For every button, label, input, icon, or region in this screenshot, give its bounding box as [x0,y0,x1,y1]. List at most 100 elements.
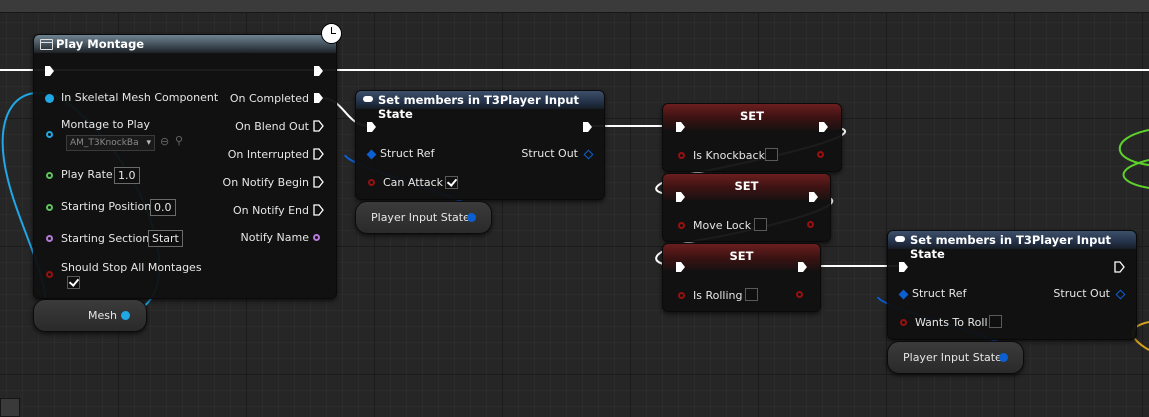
play-rate-label: Play Rate [61,168,113,181]
on-interrupted-pin[interactable] [313,148,324,160]
browse-search-icon[interactable]: ⚲ [175,134,183,147]
use-selected-icon[interactable]: ⊖ [160,135,169,148]
set-members-title-1: Set members in T3Player Input State [378,93,604,121]
on-notify-end-label: On Notify End [233,204,309,217]
set-members-1-exec-out[interactable] [582,121,593,133]
can-attack-pin[interactable] [368,179,375,186]
set-members-2-exec-out[interactable] [1114,261,1125,273]
skeletal-mesh-label: In Skeletal Mesh Component [61,91,218,104]
wants-to-roll-label: Wants To Roll [915,316,988,329]
struct-out-pin-2[interactable] [1116,290,1126,300]
is-rolling-checkbox[interactable] [745,288,758,301]
mesh-variable-node[interactable]: Mesh [33,299,147,332]
starting-section-input[interactable]: Start [148,230,183,247]
is-rolling-out-pin[interactable] [796,291,803,298]
starting-position-input[interactable]: 0.0 [150,199,176,216]
should-stop-checkbox[interactable] [67,276,80,289]
play-rate-pin[interactable] [46,172,53,179]
is-knockback-label: Is Knockback [693,149,765,162]
on-notify-begin-pin[interactable] [313,176,324,188]
set-move-lock-header[interactable]: SET [663,174,830,200]
set-rolling-exec-in[interactable] [675,261,686,273]
set-knockback-header[interactable]: SET [663,104,841,130]
is-rolling-pin[interactable] [678,292,685,299]
player-input-state-node-1[interactable]: Player Input State [355,201,492,234]
is-knockback-pin[interactable] [678,152,685,159]
notify-name-label: Notify Name [241,231,309,244]
player-input-state-label-1: Player Input State [371,211,470,224]
should-stop-label: Should Stop All Montages [61,261,202,274]
set-is-knockback-node[interactable]: SET Is Knockback [662,103,842,172]
starting-position-label: Starting Position [61,200,151,213]
set-members-title-2: Set members in T3Player Input State [910,233,1136,261]
mesh-label: Mesh [88,309,117,322]
can-attack-checkbox[interactable] [445,176,458,189]
set-members-1-exec-in[interactable] [366,121,377,133]
set-members-header-2[interactable]: Set members in T3Player Input State [888,231,1136,249]
player-input-state-pin-2[interactable] [999,353,1008,362]
montage-pin[interactable] [46,131,53,138]
on-blend-out-label: On Blend Out [235,120,309,133]
set-move-lock-node[interactable]: SET Move Lock [662,173,831,242]
is-knockback-out-pin[interactable] [817,151,824,158]
on-completed-pin[interactable] [313,92,324,104]
play-montage-node[interactable]: Play Montage In Skeletal Mesh Component … [33,34,337,299]
player-input-state-node-2[interactable]: Player Input State [887,341,1024,374]
wants-to-roll-pin[interactable] [900,319,907,326]
graph-corner-panel [0,398,20,417]
player-input-state-pin-1[interactable] [467,213,476,222]
should-stop-pin[interactable] [46,271,53,278]
struct-ref-pin-2[interactable] [899,290,909,300]
set-knockback-exec-in[interactable] [675,121,686,133]
green-wire-right-1 [1120,130,1149,165]
struct-ref-label-2: Struct Ref [912,287,966,300]
set-move-lock-exec-in[interactable] [675,191,686,203]
set-knockback-title: SET [663,109,841,123]
on-notify-end-pin[interactable] [313,204,324,216]
play-montage-title: Play Montage [56,37,144,51]
montage-select[interactable]: AM_T3KnockBa ▾ [66,135,155,151]
struct-ref-label-1: Struct Ref [380,147,434,160]
play-montage-header[interactable]: Play Montage [34,35,336,53]
chevron-down-icon: ▾ [145,136,151,150]
on-notify-begin-label: On Notify Begin [223,176,309,189]
mesh-output-pin[interactable] [121,311,130,320]
set-rolling-exec-out[interactable] [797,261,808,273]
set-move-lock-title: SET [663,179,830,193]
notify-name-pin[interactable] [313,234,320,241]
struct-out-pin-1[interactable] [584,150,594,160]
set-move-lock-exec-out[interactable] [808,191,819,203]
move-lock-pin[interactable] [678,222,685,229]
move-lock-checkbox[interactable] [754,218,767,231]
starting-position-pin[interactable] [46,204,53,211]
move-lock-out-pin[interactable] [807,221,814,228]
player-input-state-label-2: Player Input State [903,351,1002,364]
struct-out-label-1: Struct Out [521,147,578,160]
exec-out-pin[interactable] [313,65,324,77]
on-completed-label: On Completed [230,92,309,105]
set-members-node-1[interactable]: Set members in T3Player Input State Stru… [355,90,605,200]
struct-icon [895,236,905,242]
struct-out-label-2: Struct Out [1053,287,1110,300]
set-members-2-exec-in[interactable] [898,261,909,273]
is-knockback-checkbox[interactable] [765,148,778,161]
latent-clock-icon [321,23,342,44]
on-blend-out-pin[interactable] [313,120,324,132]
struct-ref-pin-1[interactable] [367,150,377,160]
set-knockback-exec-out[interactable] [818,121,829,133]
play-rate-input[interactable]: 1.0 [114,167,140,184]
set-is-rolling-node[interactable]: SET Is Rolling [662,243,821,312]
starting-section-pin[interactable] [46,235,53,242]
function-icon [40,39,53,50]
starting-section-label: Starting Section [61,232,149,245]
on-interrupted-label: On Interrupted [228,148,309,161]
can-attack-label: Can Attack [383,176,443,189]
set-members-node-2[interactable]: Set members in T3Player Input State Stru… [887,230,1137,340]
is-rolling-label: Is Rolling [693,289,742,302]
montage-select-value: AM_T3KnockBa [70,138,139,148]
set-members-header-1[interactable]: Set members in T3Player Input State [356,91,604,109]
wants-to-roll-checkbox[interactable] [989,315,1002,328]
skeletal-mesh-pin[interactable] [45,94,54,103]
montage-to-play-label: Montage to Play [61,118,150,131]
exec-in-pin[interactable] [44,65,55,77]
